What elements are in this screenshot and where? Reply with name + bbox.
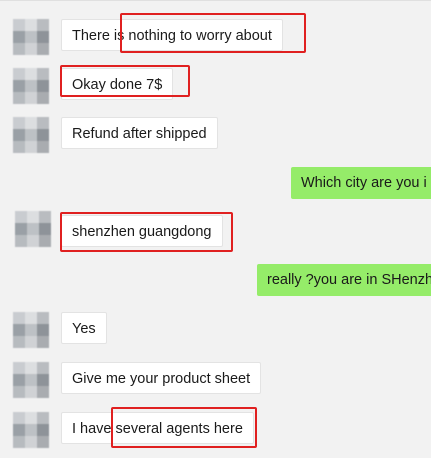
message-row-incoming: Refund after shipped [0,115,431,155]
message-bubble[interactable]: There is nothing to worry about [61,19,283,51]
avatar-icon[interactable] [13,19,49,55]
avatar-icon[interactable] [13,312,49,348]
message-bubble[interactable]: really ?you are in SHenzh [257,264,431,296]
message-row-incoming: Okay done 7$ [0,66,431,106]
avatar-icon[interactable] [13,412,49,448]
avatar-icon[interactable] [15,211,51,247]
divider [0,0,431,1]
message-row-incoming: shenzhen guangdong [0,211,431,253]
message-bubble[interactable]: Refund after shipped [61,117,218,149]
message-row-incoming: Yes [0,309,431,349]
message-bubble[interactable]: Give me your product sheet [61,362,262,394]
message-row-outgoing: Which city are you i [0,164,431,204]
message-row-outgoing: really ?you are in SHenzh [0,261,431,301]
message-bubble[interactable]: Which city are you i [291,167,431,199]
message-row-incoming: There is nothing to worry about [0,17,431,57]
message-row-incoming: Give me your product sheet [0,359,431,399]
message-bubble[interactable]: Okay done 7$ [61,68,174,100]
message-bubble[interactable]: Yes [61,312,107,344]
message-row-incoming: I have several agents here [0,409,431,449]
chat-window: There is nothing to worry about Okay don… [0,0,431,458]
message-bubble[interactable]: shenzhen guangdong [61,215,223,247]
avatar-icon[interactable] [13,117,49,153]
avatar-icon[interactable] [13,362,49,398]
message-bubble[interactable]: I have several agents here [61,412,254,444]
avatar-icon[interactable] [13,68,49,104]
